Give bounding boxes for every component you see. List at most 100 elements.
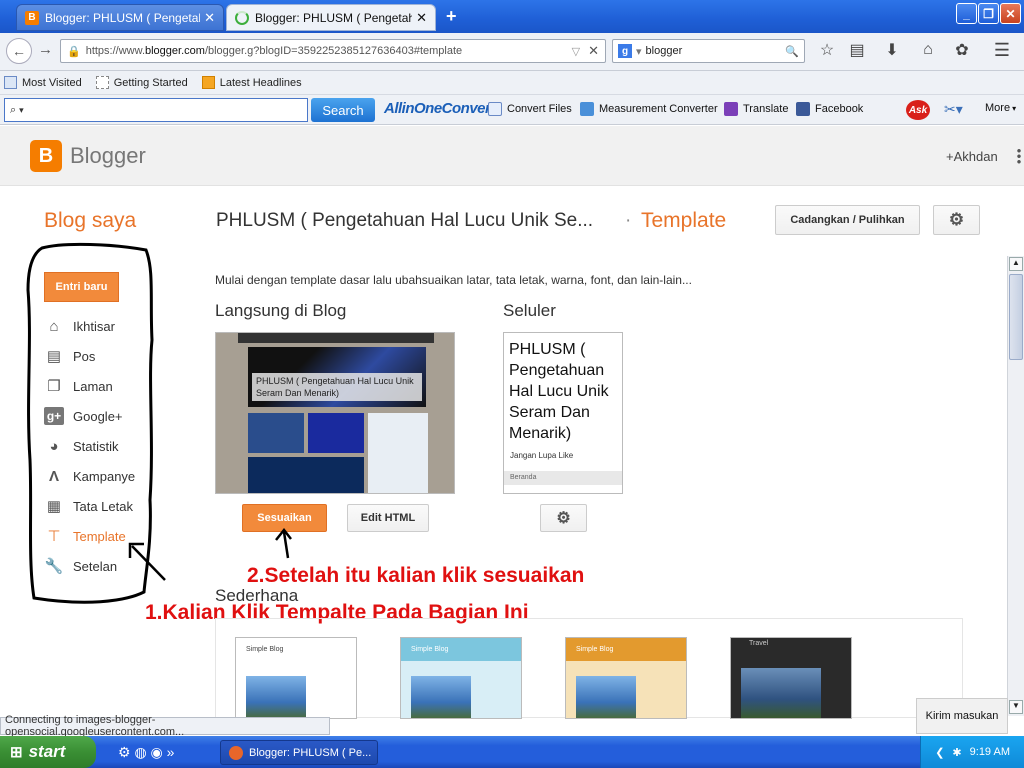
sidebar-item-statistik[interactable]: ◕ Statistik [44, 436, 118, 456]
my-blogs-link[interactable]: Blog saya [44, 209, 136, 233]
bookmark-most-visited[interactable]: Most Visited [4, 76, 82, 89]
sidebar-item-laman[interactable]: ❐ Laman [44, 376, 112, 396]
search-icon: ⌕ [10, 103, 17, 116]
blog-title[interactable]: PHLUSM ( Pengetahuan Hal Lucu Unik Se... [216, 210, 593, 232]
backup-restore-button[interactable]: Cadangkan / Pulihkan [775, 205, 920, 235]
simple-template-3[interactable]: Simple Blog [565, 637, 687, 719]
sidebar-item-label: Template [73, 528, 126, 544]
tray-app-icon[interactable]: ✱ [952, 746, 961, 759]
preview-post-2 [308, 413, 364, 453]
link-label: Facebook [815, 103, 864, 115]
home-browser-icon[interactable]: ⌂ [918, 40, 938, 60]
facebook-icon [796, 102, 810, 116]
user-plus-link[interactable]: +Akhdan [946, 149, 998, 164]
close-window-button[interactable]: ✕ [1000, 3, 1021, 24]
dropdown-arrow-icon[interactable]: ▽ [572, 45, 580, 58]
send-feedback-button[interactable]: Kirim masukan [916, 698, 1008, 734]
magnifier-icon[interactable]: 🔍 [785, 45, 799, 58]
measurement-converter-link[interactable]: Measurement Converter [580, 102, 718, 116]
forward-button[interactable]: → [38, 41, 53, 58]
sidebar-item-ikhtisar[interactable]: ⌂ Ikhtisar [44, 316, 114, 336]
thumb-label: Simple Blog [566, 638, 686, 661]
blogger-logo-icon[interactable]: B [30, 140, 62, 172]
ask-icon[interactable]: Ask [906, 100, 930, 120]
search-value: blogger [645, 45, 683, 57]
sidebar-item-tata-letak[interactable]: ▦ Tata Letak [44, 496, 133, 516]
start-button[interactable]: ⊞ start [0, 736, 96, 768]
taskbar-item-label: Blogger: PHLUSM ( Pe... [249, 746, 372, 759]
minimize-button[interactable]: _ [956, 3, 977, 24]
toolbar-search-input[interactable]: ⌕ ▾ [4, 98, 308, 122]
preview-post-1 [248, 413, 304, 453]
blogger-wordmark[interactable]: Blogger [70, 143, 146, 169]
scroll-down-icon[interactable]: ▼ [1009, 700, 1023, 714]
allinone-convert-logo[interactable]: AllinOneConvert [384, 100, 495, 117]
back-button[interactable]: ← [6, 38, 32, 64]
thumb-label: Travel [749, 640, 769, 647]
addon-icon[interactable]: ✿ [952, 40, 972, 60]
system-tray: ❮ ✱ 9:19 AM [920, 736, 1024, 768]
facebook-link[interactable]: Facebook [796, 102, 863, 116]
tab-title: Blogger: PHLUSM ( Pengetahuan ... [45, 10, 200, 25]
close-tab-icon[interactable]: ✕ [204, 10, 215, 26]
apps-dots-icon[interactable] [1017, 148, 1021, 164]
bookmark-latest-headlines[interactable]: Latest Headlines [201, 76, 302, 89]
template-settings-gear-icon[interactable]: ⚙ [933, 205, 980, 235]
scroll-thumb[interactable] [1009, 274, 1023, 360]
scroll-up-icon[interactable]: ▲ [1009, 257, 1023, 271]
reading-list-icon[interactable]: ▤ [847, 40, 867, 60]
layout-icon: ▦ [46, 498, 62, 515]
sidebar-item-label: Setelan [73, 558, 118, 574]
taskbar-item-firefox[interactable]: Blogger: PHLUSM ( Pe... [220, 740, 378, 765]
link-label: Measurement Converter [599, 103, 718, 115]
bookmark-label: Getting Started [113, 76, 188, 89]
new-tab-button[interactable]: + [446, 6, 457, 27]
convert-files-icon [488, 102, 502, 116]
bookmark-star-icon[interactable]: ☆ [817, 40, 837, 60]
translate-link[interactable]: Translate [724, 102, 788, 116]
maximize-button[interactable]: ❐ [978, 3, 999, 24]
toolbar-search-button[interactable]: Search [311, 98, 375, 122]
more-menu[interactable]: More ▾ [985, 102, 1016, 114]
dropdown-arrow-icon[interactable]: ▾ [19, 105, 24, 116]
measurement-icon [580, 102, 594, 116]
tab-blogger-1[interactable]: B Blogger: PHLUSM ( Pengetahuan ... ✕ [16, 4, 224, 31]
annotation-step-2: 2.Setelah itu kalian klik sesuaikan [247, 564, 585, 587]
bookmark-getting-started[interactable]: Getting Started [95, 76, 188, 89]
search-box[interactable]: g ▾ blogger 🔍 [612, 39, 805, 63]
rss-icon [201, 76, 215, 89]
translate-icon [724, 102, 738, 116]
blog-preview-thumbnail[interactable]: PHLUSM ( Pengetahuan Hal Lucu Unik Seram… [215, 332, 455, 494]
edit-html-button[interactable]: Edit HTML [347, 504, 429, 532]
sidebar-item-google-plus[interactable]: g+ Google+ [44, 406, 123, 426]
sidebar-item-label: Tata Letak [73, 498, 133, 514]
simple-template-1[interactable]: Simple Blog [235, 637, 357, 719]
sidebar-item-pos[interactable]: ▤ Pos [44, 346, 96, 366]
new-post-button[interactable]: Entri baru [44, 272, 119, 302]
search-engine-dropdown-icon[interactable]: ▾ [636, 45, 642, 58]
close-tab-icon[interactable]: ✕ [416, 10, 427, 26]
thumb-photo [246, 676, 306, 718]
tab-blogger-2[interactable]: Blogger: PHLUSM ( Pengetahuan ... ✕ [226, 4, 436, 31]
mobile-preview-thumbnail[interactable]: PHLUSM ( Pengetahuan Hal Lucu Unik Seram… [503, 332, 623, 494]
bookmarks-bar: Most Visited Getting Started Latest Head… [0, 71, 1024, 95]
stop-icon[interactable]: ✕ [588, 43, 599, 59]
convert-files-link[interactable]: Convert Files [488, 102, 572, 116]
tools-icon[interactable]: ✂▾ [944, 101, 963, 118]
menu-icon[interactable]: ☰ [992, 40, 1012, 60]
sidebar-item-setelan[interactable]: 🔧 Setelan [44, 556, 117, 576]
link-label: Translate [743, 103, 789, 115]
clock: 9:19 AM [969, 746, 1010, 758]
simple-template-2[interactable]: Simple Blog [400, 637, 522, 719]
google-icon: g [618, 44, 632, 58]
sidebar-item-template[interactable]: ⊤ Template [44, 526, 126, 546]
tray-expand-icon[interactable]: ❮ [935, 746, 944, 759]
url-bar[interactable]: 🔒 https://www. blogger.com/blogger.g?blog… [60, 39, 606, 63]
sidebar-item-kampanye[interactable]: Λ Kampanye [44, 466, 135, 486]
thumb-photo [576, 676, 636, 718]
download-icon[interactable]: ⬇ [882, 40, 902, 60]
simple-template-4[interactable]: Travel [730, 637, 852, 719]
page-scrollbar[interactable]: ▲ ▼ [1007, 256, 1024, 716]
quicklaunch-icons[interactable]: ⚙ ◍ ◉ » [118, 744, 174, 761]
mobile-settings-gear-icon[interactable]: ⚙ [540, 504, 587, 532]
